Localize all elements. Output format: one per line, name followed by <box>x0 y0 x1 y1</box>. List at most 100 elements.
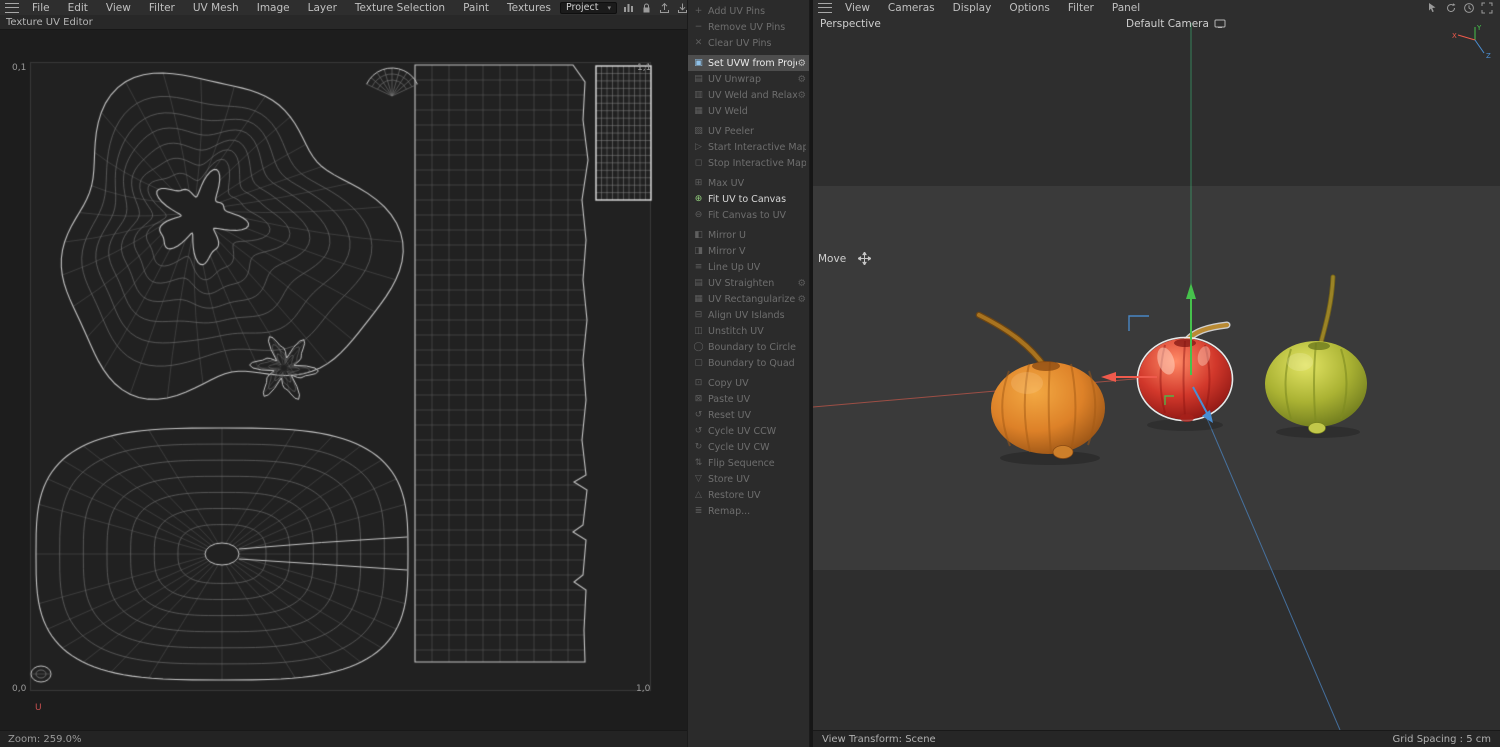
menu-filter[interactable]: Filter <box>140 2 184 14</box>
uv-command-stop-interactive-mapping: ◻Stop Interactive Mapping⚙ <box>688 155 809 171</box>
histogram-icon[interactable] <box>622 2 635 14</box>
orientation-gizmo[interactable]: X Y Z <box>1450 22 1500 62</box>
menu-options[interactable]: Options <box>1000 2 1059 14</box>
command-label: Fit Canvas to UV <box>708 210 806 221</box>
pointer-icon[interactable] <box>1426 2 1439 14</box>
uv-command-remove-uv-pins: −Remove UV Pins⚙ <box>688 19 809 35</box>
rotate-icon[interactable] <box>1444 2 1457 14</box>
command-icon: ⊡ <box>692 378 705 388</box>
command-icon: ⊠ <box>692 394 705 404</box>
command-label: UV Unwrap <box>708 74 797 85</box>
camera-label[interactable]: Default Camera <box>1126 18 1226 30</box>
command-icon: ▤ <box>692 278 705 288</box>
uv-axis-u-label: U <box>35 703 42 713</box>
lock-icon[interactable] <box>640 2 653 14</box>
hamburger-icon[interactable] <box>818 3 832 13</box>
uv-command-paste-uv: ⊠Paste UV⚙ <box>688 391 809 407</box>
maximize-icon[interactable] <box>1480 2 1493 14</box>
command-label: Reset UV <box>708 410 806 421</box>
axis-x-label: X <box>1452 32 1457 40</box>
upload-icon[interactable] <box>658 2 671 14</box>
menu-textures[interactable]: Textures <box>498 2 560 14</box>
command-label: Clear UV Pins <box>708 38 806 49</box>
command-icon: ↻ <box>692 442 705 452</box>
uv-command-max-uv: ⊞Max UV⚙ <box>688 175 809 191</box>
command-label: Paste UV <box>708 394 806 405</box>
uv-command-restore-uv: △Restore UV⚙ <box>688 487 809 503</box>
menu-display[interactable]: Display <box>944 2 1001 14</box>
uv-command-boundary-to-quad: ▢Boundary to Quad⚙ <box>688 355 809 371</box>
axis-z-label: Z <box>1486 52 1491 60</box>
command-label: UV Rectangularize <box>708 294 797 305</box>
command-icon: ▤ <box>692 74 705 84</box>
command-icon: ▦ <box>692 294 705 304</box>
menu-cameras[interactable]: Cameras <box>879 2 944 14</box>
hamburger-icon[interactable] <box>5 3 19 13</box>
command-label: Mirror U <box>708 230 806 241</box>
uv-corner-10: 1,0 <box>636 684 650 694</box>
tab-texture-uv-editor[interactable]: Texture UV Editor <box>6 17 93 28</box>
uv-command-store-uv: ▽Store UV⚙ <box>688 471 809 487</box>
menu-file[interactable]: File <box>23 2 59 14</box>
uv-command-fit-canvas-to-uv: ⊖Fit Canvas to UV⚙ <box>688 207 809 223</box>
menu-texture-selection[interactable]: Texture Selection <box>346 2 454 14</box>
uv-command-panel: +Add UV Pins⚙−Remove UV Pins⚙✕Clear UV P… <box>687 0 810 747</box>
uv-corner-00: 0,0 <box>12 684 26 694</box>
view-mode-label[interactable]: Perspective <box>820 18 881 30</box>
menu-edit[interactable]: Edit <box>59 2 97 14</box>
command-icon: ⊖ <box>692 210 705 220</box>
uv-command-copy-uv: ⊡Copy UV⚙ <box>688 375 809 391</box>
history-icon[interactable] <box>1462 2 1475 14</box>
menu-uv-mesh[interactable]: UV Mesh <box>184 2 248 14</box>
camera-icon <box>1214 19 1226 29</box>
project-dropdown[interactable]: Project ▾ <box>560 2 617 14</box>
menu-panel[interactable]: Panel <box>1103 2 1149 14</box>
gear-icon[interactable]: ⚙ <box>797 74 806 85</box>
command-icon: ▦ <box>692 106 705 116</box>
command-label: Line Up UV <box>708 262 806 273</box>
command-icon: ◧ <box>692 230 705 240</box>
uv-command-boundary-to-circle: ◯Boundary to Circle⚙ <box>688 339 809 355</box>
uv-editor-statusbar: Zoom: 259.0% <box>0 730 687 747</box>
3d-viewport-panel: ViewCamerasDisplayOptionsFilterPanel <box>813 0 1500 747</box>
menu-image[interactable]: Image <box>248 2 299 14</box>
uv-command-set-uvw-from-projection[interactable]: ▣Set UVW from Projection⚙ <box>688 55 809 71</box>
command-icon: ⊞ <box>692 178 705 188</box>
view-transform-label: View Transform: Scene <box>822 734 936 745</box>
command-label: Cycle UV CW <box>708 442 806 453</box>
command-icon: ▧ <box>692 126 705 136</box>
command-icon: ✕ <box>692 38 705 48</box>
uv-command-uv-rectangularize: ▦UV Rectangularize⚙ <box>688 291 809 307</box>
uv-command-list: +Add UV Pins⚙−Remove UV Pins⚙✕Clear UV P… <box>688 3 809 519</box>
command-icon: ⊕ <box>692 194 705 204</box>
command-label: Boundary to Quad <box>708 358 806 369</box>
command-label: Max UV <box>708 178 806 189</box>
uv-editor-canvas[interactable] <box>0 30 687 730</box>
command-icon: ↺ <box>692 426 705 436</box>
menu-layer[interactable]: Layer <box>299 2 346 14</box>
gear-icon[interactable]: ⚙ <box>797 294 806 305</box>
uv-command-fit-uv-to-canvas[interactable]: ⊕Fit UV to Canvas⚙ <box>688 191 809 207</box>
uv-command-cycle-uv-cw: ↻Cycle UV CW⚙ <box>688 439 809 455</box>
command-label: Set UVW from Projection <box>708 58 797 69</box>
uv-command-reset-uv: ↺Reset UV⚙ <box>688 407 809 423</box>
texture-uv-editor-panel: FileEditViewFilterUV MeshImageLayerTextu… <box>0 0 687 747</box>
viewport-3d-scene[interactable] <box>813 15 1500 730</box>
menu-filter[interactable]: Filter <box>1059 2 1103 14</box>
gear-icon[interactable]: ⚙ <box>797 278 806 289</box>
viewport-toolbar <box>1426 2 1493 14</box>
command-icon: ▢ <box>692 358 705 368</box>
active-tool-label[interactable]: Move <box>818 252 871 265</box>
menu-view[interactable]: View <box>97 2 140 14</box>
command-label: UV Straighten <box>708 278 797 289</box>
uv-editor-menubar: FileEditViewFilterUV MeshImageLayerTextu… <box>0 0 687 15</box>
uv-command-uv-straighten: ▤UV Straighten⚙ <box>688 275 809 291</box>
gear-icon[interactable]: ⚙ <box>797 58 806 69</box>
menu-view[interactable]: View <box>836 2 879 14</box>
gear-icon[interactable]: ⚙ <box>797 90 806 101</box>
uv-command-uv-weld-and-relax: ▥UV Weld and Relax⚙ <box>688 87 809 103</box>
uv-command-flip-sequence: ⇅Flip Sequence⚙ <box>688 455 809 471</box>
menu-paint[interactable]: Paint <box>454 2 498 14</box>
command-label: Stop Interactive Mapping <box>708 158 806 169</box>
viewport-statusbar: View Transform: Scene Grid Spacing : 5 c… <box>813 730 1500 747</box>
